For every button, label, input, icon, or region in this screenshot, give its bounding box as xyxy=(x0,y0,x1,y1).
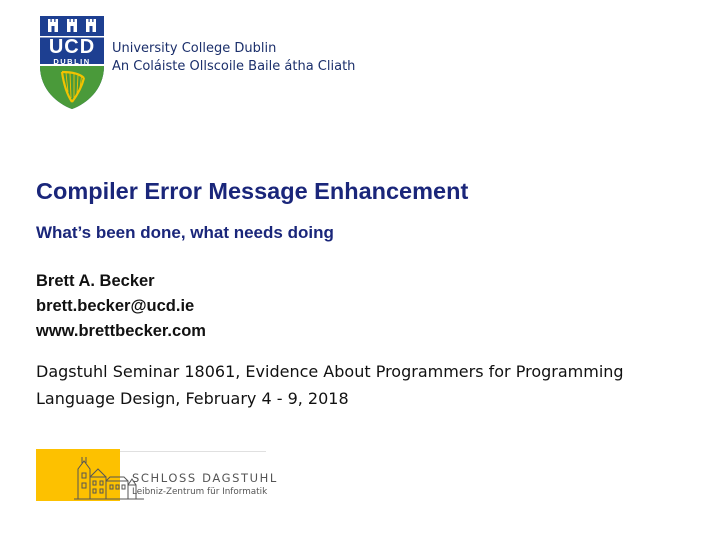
ucd-name-irish: An Coláiste Ollscoile Baile átha Cliath xyxy=(112,59,356,74)
ucd-logo-text: University College Dublin An Coláiste Ol… xyxy=(112,40,355,76)
author-website: www.brettbecker.com xyxy=(36,322,206,340)
author-name: Brett A. Becker xyxy=(36,272,155,290)
ucd-name-english: University College Dublin xyxy=(112,41,277,56)
author-email: brett.becker@ucd.ie xyxy=(36,297,195,315)
dagstuhl-logo: SCHLOSS DAGSTUHL Leibniz-Zentrum für Inf… xyxy=(36,449,276,501)
page-subtitle: What’s been done, what needs doing xyxy=(36,223,334,242)
ucd-crest-logo: UCD DUBLIN xyxy=(38,14,106,110)
crest-text-dublin: DUBLIN xyxy=(53,57,91,66)
dagstuhl-divider xyxy=(120,451,266,452)
page-title: Compiler Error Message Enhancement xyxy=(36,178,469,204)
dagstuhl-name: SCHLOSS DAGSTUHL xyxy=(132,471,278,485)
dagstuhl-subtitle: Leibniz-Zentrum für Informatik xyxy=(132,487,268,497)
seminar-info-line-1: Dagstuhl Seminar 18061, Evidence About P… xyxy=(36,362,624,381)
seminar-info-line-2: Language Design, February 4 - 9, 2018 xyxy=(36,389,349,408)
crest-text-ucd: UCD xyxy=(48,36,96,58)
